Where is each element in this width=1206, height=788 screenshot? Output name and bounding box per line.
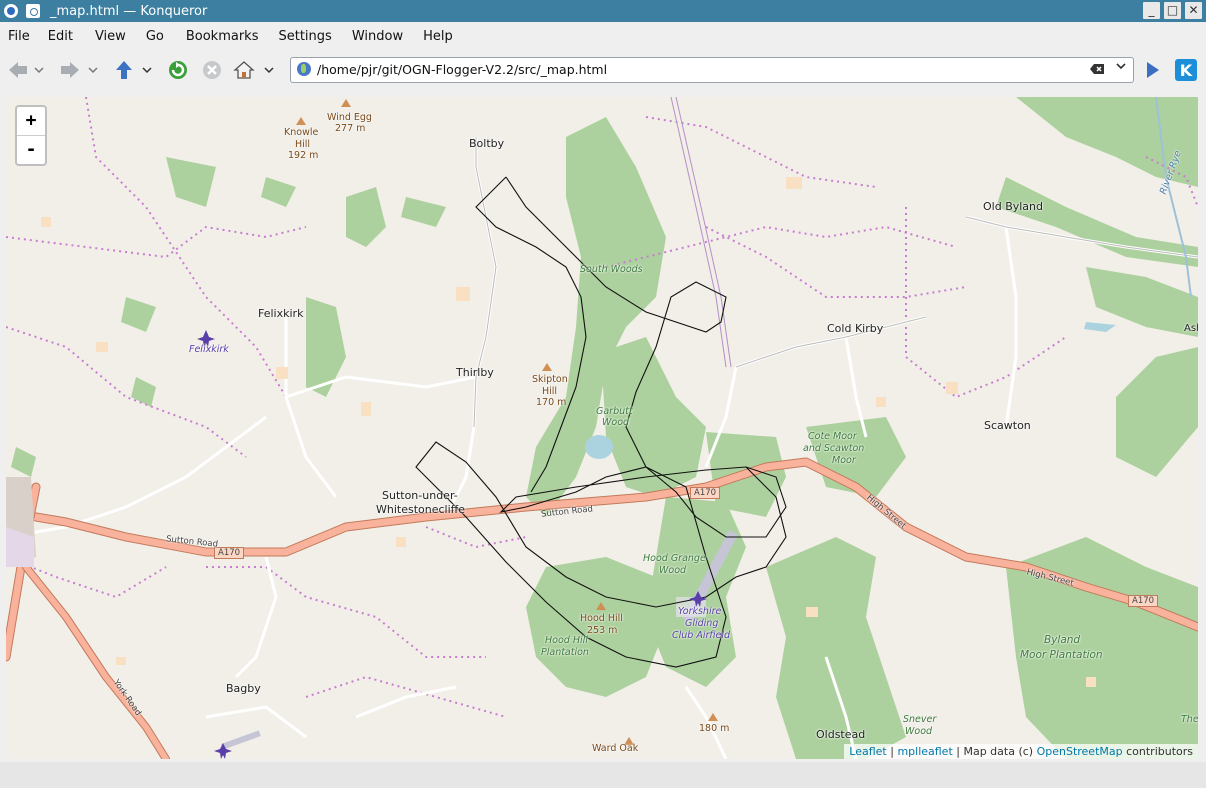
attrib-sep1: |	[886, 745, 898, 758]
peak-knowle-height: 192 m	[288, 150, 319, 161]
forward-icon[interactable]	[58, 58, 82, 82]
ash-label: Ash	[1184, 323, 1198, 334]
go-icon[interactable]	[1140, 58, 1164, 82]
close-button[interactable]: ✕	[1185, 2, 1202, 19]
peak-hood-hill-height: 253 m	[587, 625, 618, 636]
peak-skipton-name: Skipton	[532, 374, 568, 385]
place-sutton-line2: Whitestonecliffe	[376, 503, 466, 516]
menu-bookmarks[interactable]: Bookmarks	[186, 29, 259, 44]
wood-cote-line1: Cote Moor	[808, 431, 857, 442]
place-cold-kirby: Cold Kirby	[827, 322, 884, 335]
window-titlebar: _map.html — Konqueror _ □ ✕	[0, 0, 1206, 22]
wood-byland-name: Byland	[1044, 634, 1081, 646]
attrib-tail: contributors	[1122, 745, 1193, 758]
menu-window[interactable]: Window	[352, 29, 403, 44]
openstreetmap-link[interactable]: OpenStreetMap	[1037, 745, 1123, 758]
window-menu-icon[interactable]	[26, 4, 40, 18]
wood-garbutt-wood: Wood	[602, 417, 630, 428]
maximize-button[interactable]: □	[1164, 2, 1181, 19]
peak-hood-hill-name: Hood Hill	[580, 613, 623, 624]
konqueror-app-icon[interactable]	[4, 4, 18, 18]
forward-history-icon[interactable]	[86, 58, 100, 82]
menu-go[interactable]: Go	[146, 29, 164, 44]
clear-url-icon[interactable]	[1089, 63, 1105, 75]
airfield-line2: Gliding	[685, 618, 719, 629]
wood-cote-line3: Moor	[832, 455, 856, 466]
home-icon[interactable]	[232, 58, 256, 82]
place-thirlby: Thirlby	[456, 366, 494, 379]
menu-edit[interactable]: Edit	[48, 29, 73, 44]
peak-knowle-hill: Hill	[295, 139, 311, 150]
peak-skipton-hill: Hill	[542, 386, 558, 397]
road-a170-shield-2: A170	[214, 547, 245, 559]
wood-hood-grange-wood: Wood	[659, 565, 687, 576]
back-icon[interactable]	[6, 58, 30, 82]
peak-wind-egg-name: Wind Egg	[327, 112, 372, 123]
place-boltby: Boltby	[469, 137, 505, 150]
airfield-line3: Club Airfield	[672, 630, 731, 641]
wood-hood-plantation-plantation: Plantation	[541, 647, 589, 658]
leaflet-link[interactable]: Leaflet	[849, 745, 886, 758]
peak-skipton-height: 170 m	[536, 397, 567, 408]
menu-help[interactable]: Help	[423, 29, 453, 44]
road-a170-shield-1: A170	[690, 487, 721, 499]
felixkirk-airfield-label: Felixkirk	[189, 344, 229, 355]
status-bar	[0, 762, 1206, 788]
minimize-button[interactable]: _	[1143, 2, 1160, 19]
zoom-control: + -	[15, 105, 47, 166]
kde-icon[interactable]: K	[1174, 58, 1198, 82]
attrib-sep2: | Map data (c)	[952, 745, 1037, 758]
wood-hood-grange-name: Hood Grange	[643, 553, 706, 564]
up-history-icon[interactable]	[140, 58, 154, 82]
up-icon[interactable]	[112, 58, 136, 82]
peak-ward-oak: Ward Oak	[592, 743, 639, 754]
back-history-icon[interactable]	[32, 58, 46, 82]
peak-180-height: 180 m	[699, 723, 730, 734]
the-label: The	[1181, 714, 1198, 725]
peak-knowle-name: Knowle	[284, 127, 319, 138]
road-a170-shield-3: A170	[1128, 595, 1159, 607]
menu-settings[interactable]: Settings	[278, 29, 331, 44]
place-felixkirk: Felixkirk	[258, 307, 304, 320]
place-old-byland: Old Byland	[983, 200, 1044, 213]
page-globe-icon	[297, 62, 311, 76]
address-bar[interactable]: /home/pjr/git/OGN-Flogger-V2.2/src/_map.…	[290, 57, 1134, 83]
wood-snever-name: Snever	[903, 714, 937, 725]
place-bagby: Bagby	[226, 682, 261, 695]
map-view[interactable]: Boltby Old Byland Felixkirk Felixkirk Co…	[6, 97, 1198, 759]
wood-cote-line2: and Scawton	[803, 443, 865, 454]
svg-text:K: K	[1180, 61, 1193, 80]
window-title: _map.html — Konqueror	[50, 3, 208, 19]
zoom-out-button[interactable]: -	[17, 136, 45, 164]
place-oldstead: Oldstead	[816, 728, 866, 741]
place-sutton-line1: Sutton-under-	[382, 489, 458, 502]
map-attribution: Leaflet | mplleaflet | Map data (c) Open…	[844, 744, 1198, 759]
mplleaflet-link[interactable]: mplleaflet	[897, 745, 952, 758]
menu-view[interactable]: View	[95, 29, 126, 44]
wood-hood-plantation-name: Hood Hill	[545, 635, 588, 646]
wood-byland-plantation: Moor Plantation	[1020, 649, 1103, 661]
home-history-icon[interactable]	[262, 58, 276, 82]
url-dropdown-icon[interactable]	[1115, 61, 1127, 74]
zoom-in-button[interactable]: +	[17, 107, 45, 136]
menu-bar: File Edit View Go Bookmarks Settings Win…	[0, 24, 1206, 48]
place-scawton: Scawton	[984, 419, 1031, 432]
wood-south-woods: South Woods	[580, 264, 643, 275]
menu-file[interactable]: File	[8, 29, 30, 44]
url-text[interactable]: /home/pjr/git/OGN-Flogger-V2.2/src/_map.…	[317, 62, 607, 77]
reload-icon[interactable]	[166, 58, 190, 82]
airfield-line1: Yorkshire	[678, 606, 722, 617]
peak-wind-egg-height: 277 m	[335, 123, 366, 134]
wood-garbutt-name: Garbutt	[596, 406, 633, 417]
stop-icon[interactable]	[200, 58, 224, 82]
wood-snever-wood: Wood	[905, 726, 933, 737]
